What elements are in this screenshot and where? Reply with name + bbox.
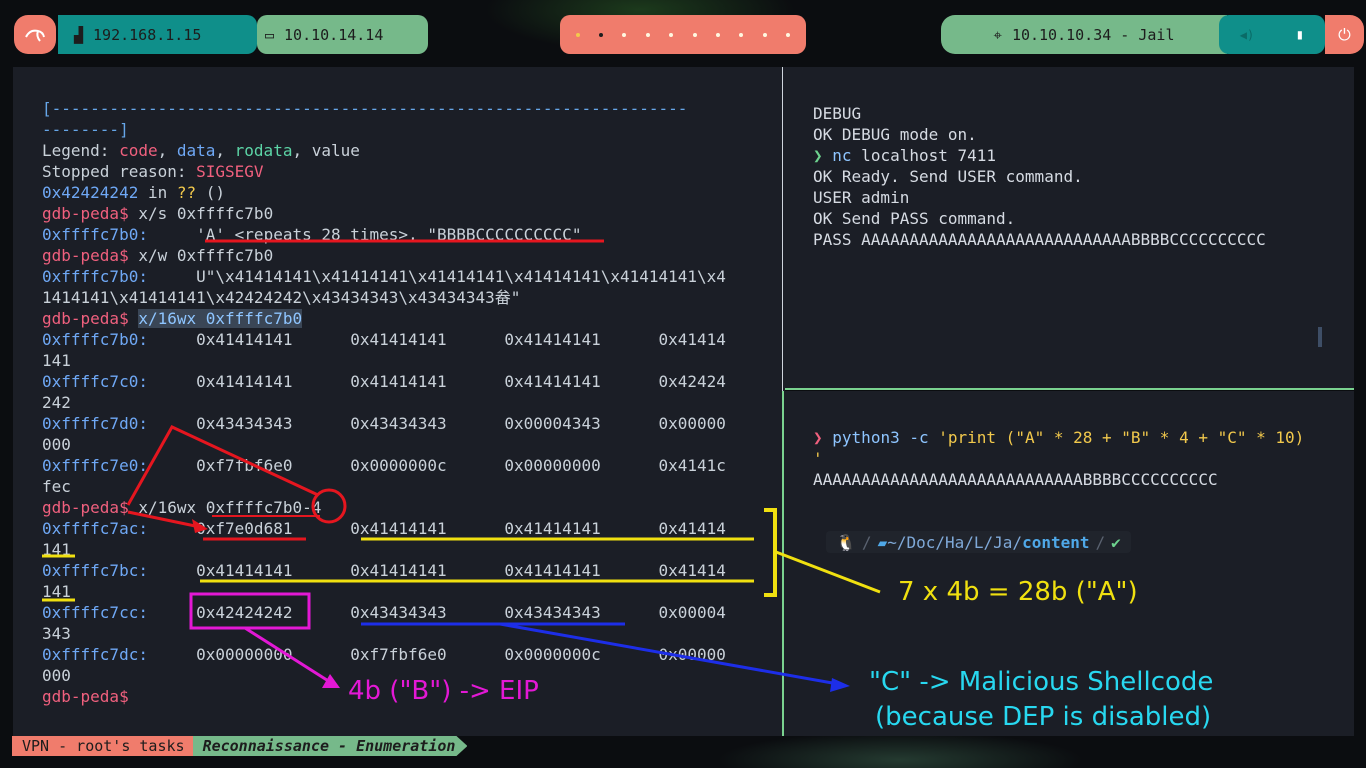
annotation-magenta: 4b ("B") -> EIP bbox=[348, 676, 539, 706]
yellow-bracket bbox=[764, 508, 777, 597]
magenta-box bbox=[189, 592, 311, 630]
red-arrow-head bbox=[192, 519, 208, 533]
blue-arrow bbox=[499, 622, 839, 686]
annotation-overlay bbox=[42, 239, 881, 692]
red-arrow bbox=[127, 510, 201, 529]
blue-arrow-head bbox=[830, 678, 850, 692]
yellow-pointer bbox=[775, 550, 881, 594]
annotation-yellow: 7 x 4b = 28b ("A") bbox=[898, 577, 1138, 607]
status-window[interactable]: Reconnaissance - Enumeration bbox=[192, 736, 468, 756]
status-session[interactable]: VPN - root's tasks bbox=[12, 736, 193, 756]
annotation-cyan-2: (because DEP is disabled) bbox=[875, 702, 1212, 732]
red-circle bbox=[311, 488, 347, 524]
red-arrow-line bbox=[126, 425, 319, 506]
magenta-arrow-head bbox=[322, 674, 340, 688]
tmux-status-bar: VPN - root's tasks Reconnaissance - Enum… bbox=[12, 736, 468, 756]
magenta-arrow bbox=[244, 626, 331, 684]
annotation-cyan-1: "C" -> Malicious Shellcode bbox=[869, 667, 1214, 697]
